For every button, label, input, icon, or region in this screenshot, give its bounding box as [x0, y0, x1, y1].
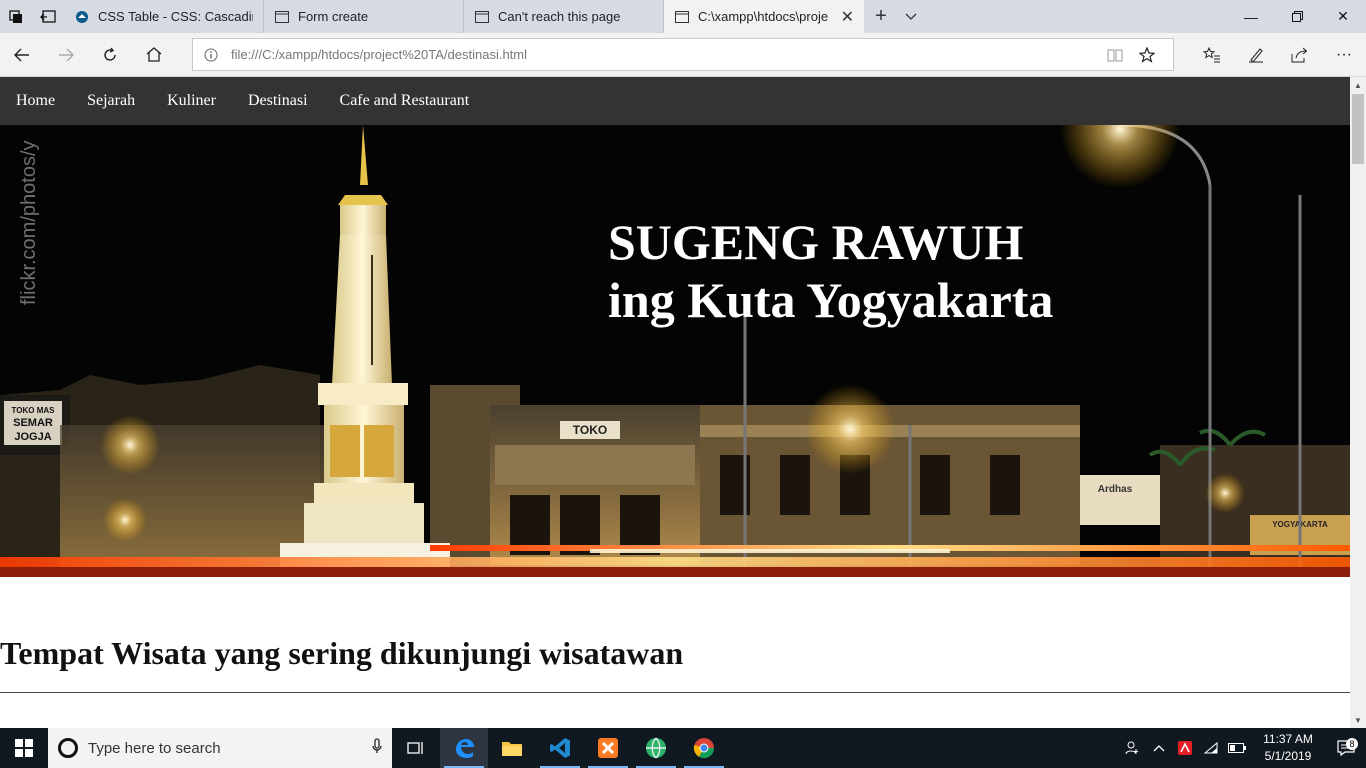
photo-watermark: flickr.com/photos/y	[18, 140, 40, 305]
chevron-up-icon[interactable]	[1146, 744, 1172, 752]
nav-kuliner-link[interactable]: Kuliner	[151, 77, 232, 125]
restore-icon[interactable]	[1274, 0, 1320, 33]
minimize-icon[interactable]: —	[1228, 0, 1274, 33]
taskbar-clock[interactable]: 11:37 AM 5/1/2019	[1250, 731, 1326, 765]
taskbar-search-box[interactable]: Type here to search	[48, 728, 392, 768]
scroll-up-icon[interactable]: ▲	[1350, 77, 1366, 93]
tab-css-table[interactable]: CSS Table - CSS: Cascading	[64, 0, 264, 33]
clock-date: 5/1/2019	[1264, 749, 1312, 763]
page-icon	[674, 9, 690, 25]
wifi-icon[interactable]	[1198, 741, 1224, 755]
browser-toolbar: file:///C:/xampp/htdocs/project%20TA/des…	[0, 33, 1366, 77]
nav-sejarah-link[interactable]: Sejarah	[71, 77, 151, 125]
xampp-icon[interactable]	[584, 728, 632, 768]
system-tray: 11:37 AM 5/1/2019 8	[1120, 728, 1366, 768]
tab-actions-icon[interactable]	[0, 0, 32, 33]
set-tabs-aside-icon[interactable]	[32, 0, 64, 33]
globe-app-icon[interactable]	[632, 728, 680, 768]
file-explorer-icon[interactable]	[488, 728, 536, 768]
scroll-thumb[interactable]	[1352, 94, 1364, 164]
address-bar[interactable]: file:///C:/xampp/htdocs/project%20TA/des…	[192, 38, 1174, 71]
microphone-icon[interactable]	[372, 737, 382, 759]
refresh-icon[interactable]	[88, 33, 132, 77]
nav-home-link[interactable]: Home	[0, 77, 71, 125]
url-text: file:///C:/xampp/htdocs/project%20TA/des…	[231, 47, 527, 62]
windows-start-icon[interactable]	[0, 728, 48, 768]
action-center-icon[interactable]: 8	[1326, 738, 1366, 756]
new-tab-icon[interactable]: +	[864, 0, 898, 33]
clock-time: 11:37 AM	[1263, 732, 1313, 746]
antivirus-icon[interactable]	[1172, 740, 1198, 756]
favorite-star-icon[interactable]	[1131, 46, 1163, 63]
sign-text: JOGJA	[14, 431, 51, 443]
site-navbar: Home Sejarah Kuliner Destinasi Cafe and …	[0, 77, 1350, 125]
tab-label: C:\xampp\htdocs\proje	[698, 9, 829, 24]
toolbar-right: ···	[1190, 33, 1366, 77]
task-view-icon[interactable]	[392, 728, 440, 768]
scroll-down-icon[interactable]: ▼	[1350, 712, 1366, 728]
hero-title: SUGENG RAWUH ing Kuta Yogyakarta	[608, 213, 1053, 329]
window-controls: — ✕	[1228, 0, 1366, 33]
hero-title-line-1: SUGENG RAWUH	[608, 214, 1024, 270]
page-icon	[274, 9, 290, 25]
sign-text: TOKO MAS	[12, 406, 56, 415]
home-icon[interactable]	[132, 33, 176, 77]
forward-icon[interactable]	[44, 33, 88, 77]
tab-label: CSS Table - CSS: Cascading	[98, 9, 253, 24]
edge-browser-icon[interactable]	[440, 728, 488, 768]
tab-form-create[interactable]: Form create	[264, 0, 464, 33]
hero-banner: TOKO MAS SEMAR JOGJA TOKO Ardhas YOGYAKA…	[0, 125, 1350, 577]
sign-text: Ardhas	[1098, 484, 1133, 495]
close-window-icon[interactable]: ✕	[1320, 0, 1366, 33]
favorites-icon[interactable]	[1190, 33, 1234, 77]
tab-strip: CSS Table - CSS: Cascading Form create C…	[0, 0, 1366, 33]
page-scrollbar[interactable]: ▲ ▼	[1350, 77, 1366, 728]
taskbar: Type here to search 11:37 AM 5/1/2019 8	[0, 728, 1366, 768]
page-viewport: Home Sejarah Kuliner Destinasi Cafe and …	[0, 77, 1366, 728]
mdn-icon	[74, 9, 90, 25]
sign-text: TOKO	[573, 423, 607, 437]
horizontal-rule	[0, 692, 1350, 693]
info-icon[interactable]	[203, 47, 219, 63]
share-icon[interactable]	[1278, 33, 1322, 77]
nav-cafe-link[interactable]: Cafe and Restaurant	[324, 77, 486, 125]
cortana-icon	[58, 738, 78, 758]
tab-destinasi[interactable]: C:\xampp\htdocs\proje ✕	[664, 0, 864, 33]
chevron-down-icon[interactable]	[898, 0, 924, 33]
tab-label: Can't reach this page	[498, 9, 621, 24]
section-title: Tempat Wisata yang sering dikunjungi wis…	[0, 635, 684, 671]
tugu-night-photo: TOKO MAS SEMAR JOGJA TOKO Ardhas YOGYAKA…	[0, 125, 1350, 577]
chrome-icon[interactable]	[680, 728, 728, 768]
tab-label: Form create	[298, 9, 369, 24]
people-icon[interactable]	[1120, 740, 1146, 756]
sign-text: SEMAR	[13, 417, 53, 429]
close-tab-icon[interactable]: ✕	[841, 7, 854, 27]
nav-destinasi-link[interactable]: Destinasi	[232, 77, 324, 125]
search-placeholder: Type here to search	[88, 739, 221, 757]
tab-cant-reach[interactable]: Can't reach this page	[464, 0, 664, 33]
notification-badge: 8	[1346, 738, 1358, 750]
page-icon	[474, 9, 490, 25]
more-icon[interactable]: ···	[1322, 33, 1366, 77]
reading-view-icon[interactable]	[1099, 48, 1131, 62]
pen-icon[interactable]	[1234, 33, 1278, 77]
battery-icon[interactable]	[1224, 743, 1250, 753]
hero-title-line-2: ing Kuta Yogyakarta	[608, 272, 1054, 328]
back-icon[interactable]	[0, 33, 44, 77]
vscode-icon[interactable]	[536, 728, 584, 768]
